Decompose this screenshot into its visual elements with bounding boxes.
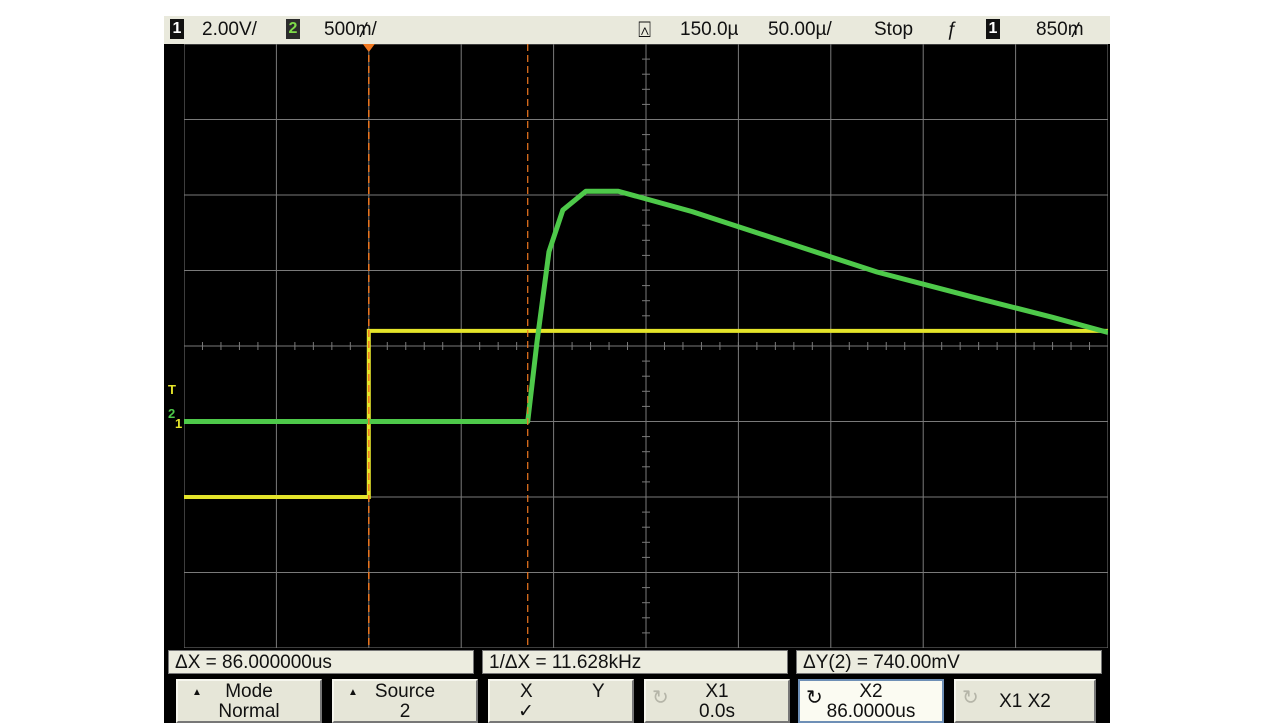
- run-state: Stop: [874, 19, 914, 40]
- y-option: Y: [592, 681, 605, 702]
- ch2-scale[interactable]: 500₥/: [324, 19, 377, 41]
- ch1-scale[interactable]: 2.00V/: [202, 19, 257, 41]
- inverse-delta-x-readout: 1/ΔX = 11.628kHz: [482, 650, 788, 674]
- x2-value: 86.0000us: [826, 701, 916, 722]
- mode-value: Normal: [218, 701, 280, 722]
- measurement-bar: ΔX = 86.000000us 1/ΔX = 11.628kHz ΔY(2) …: [164, 648, 1110, 676]
- xy-softkey[interactable]: X Y ✓: [488, 679, 634, 723]
- x2-softkey[interactable]: ↻ X2 86.0000us: [798, 679, 944, 723]
- ch2-indicator[interactable]: 2: [286, 19, 300, 39]
- trigger-slope-icon: ƒ: [946, 19, 957, 40]
- x1x2-softkey[interactable]: ↻ X1 X2: [954, 679, 1096, 723]
- ground-markers: T 2 1: [166, 382, 184, 462]
- cursor-x1-marker: [362, 44, 375, 52]
- trigger-level-marker[interactable]: T: [168, 382, 176, 397]
- softkey-bar: ▲ Mode Normal ▲ Source 2 X Y ✓ ↻ X1 0.0s…: [164, 676, 1110, 723]
- waveform-display: [184, 44, 1108, 648]
- delta-y-readout: ΔY(2) = 740.00mV: [796, 650, 1102, 674]
- x2-label: X2: [859, 681, 883, 702]
- trigger-source-indicator: 1: [986, 19, 1000, 39]
- oscilloscope-screen: 1 2.00V/ 2 500₥/ ⍓ 150.0µ 50.00µ/ Stop ƒ…: [164, 16, 1110, 723]
- mode-label: Mode: [225, 681, 273, 702]
- mode-softkey[interactable]: ▲ Mode Normal: [176, 679, 322, 723]
- selected-check-icon: ✓: [518, 701, 534, 722]
- x1-label: X1: [705, 681, 729, 702]
- delta-x-readout: ΔX = 86.000000us: [168, 650, 474, 674]
- trigger-delay[interactable]: 150.0µ: [680, 19, 739, 41]
- x1-softkey[interactable]: ↻ X1 0.0s: [644, 679, 790, 723]
- graticule-grid: [184, 44, 1108, 648]
- status-bar: 1 2.00V/ 2 500₥/ ⍓ 150.0µ 50.00µ/ Stop ƒ…: [164, 16, 1110, 44]
- x1x2-label: X1 X2: [999, 691, 1051, 712]
- source-label: Source: [374, 681, 436, 702]
- trigger-level[interactable]: 850₥: [1036, 19, 1084, 41]
- ch1-indicator[interactable]: 1: [170, 19, 184, 39]
- x1-value: 0.0s: [699, 701, 735, 722]
- ch1-ground-marker[interactable]: 1: [175, 416, 182, 431]
- source-softkey[interactable]: ▲ Source 2: [332, 679, 478, 723]
- source-value: 2: [399, 701, 411, 722]
- x-option: X: [520, 681, 533, 702]
- trigger-position-icon: ⍓: [638, 17, 652, 42]
- time-scale[interactable]: 50.00µ/: [768, 19, 832, 41]
